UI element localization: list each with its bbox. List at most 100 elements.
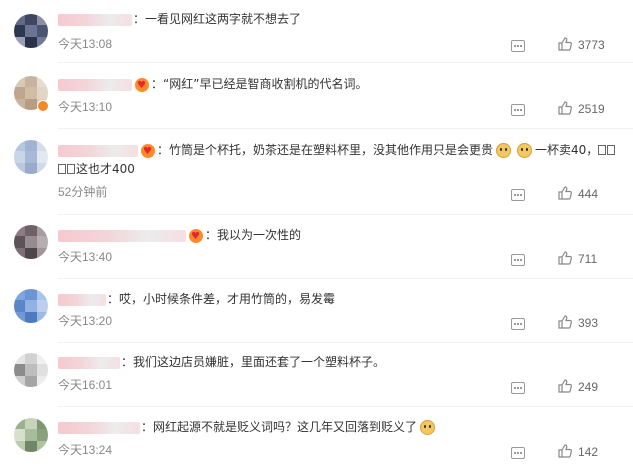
divider: [58, 62, 633, 63]
divider: [58, 128, 633, 129]
comment-time: 今天16:01: [58, 378, 113, 392]
comment-icon[interactable]: [511, 189, 525, 201]
avatar[interactable]: [14, 289, 48, 323]
like-count: 142: [578, 445, 599, 459]
avatar-mosaic-tile: [14, 353, 25, 364]
thumbs-up-icon: [558, 444, 572, 458]
avatar-mosaic-tile: [14, 300, 25, 312]
avatar-mosaic-tile: [25, 87, 37, 99]
comment-content: ：我以为一次性的: [58, 226, 623, 246]
avatar-mosaic-tile: [25, 14, 37, 25]
avatar-mosaic-tile: [37, 312, 48, 323]
thumbs-up-icon: [558, 37, 572, 51]
like-count: 444: [578, 187, 599, 201]
avatar-mosaic-tile: [37, 225, 48, 236]
avatar-mosaic-tile: [25, 248, 37, 259]
avatar-mosaic-tile: [37, 248, 48, 259]
avatar-mosaic-tile: [37, 300, 48, 312]
avatar-mosaic-tile: [14, 312, 25, 323]
avatar-mosaic-tile: [25, 289, 37, 300]
like-button[interactable]: 142: [558, 444, 598, 460]
avatar-mosaic-tile: [14, 236, 25, 248]
divider: [58, 214, 633, 215]
avatar-mosaic-tile: [25, 441, 37, 452]
username-blurred[interactable]: [58, 421, 140, 434]
avatar-mosaic-tile: [25, 76, 37, 87]
comment-icon[interactable]: [511, 40, 525, 52]
avatar-mosaic-tile: [14, 37, 25, 48]
comment-text: 网红起源不就是贬义词吗？这几年又回落到贬义了: [153, 420, 418, 434]
comment-icon[interactable]: [511, 447, 525, 459]
like-count: 711: [578, 252, 598, 266]
comment-content: ：网红起源不就是贬义词吗？这几年又回落到贬义了: [58, 418, 623, 436]
avatar-mosaic-tile: [25, 364, 37, 376]
comment-icon[interactable]: [511, 254, 525, 266]
avatar-mosaic-tile: [25, 312, 37, 323]
avatar[interactable]: [14, 418, 48, 452]
avatar-mosaic-tile: [14, 376, 25, 387]
comment-text: 我以为一次性的: [217, 228, 302, 242]
like-button[interactable]: 3773: [558, 37, 605, 53]
avatar-mosaic-tile: [37, 76, 48, 87]
avatar-mosaic-tile: [37, 418, 48, 429]
fans-badge-icon: [141, 143, 155, 161]
username-blurred[interactable]: [58, 144, 138, 157]
avatar-mosaic-tile: [14, 14, 25, 25]
avatar-mosaic-tile: [37, 353, 48, 364]
avatar-mosaic-tile: [37, 429, 48, 441]
avatar-mosaic-tile: [37, 236, 48, 248]
username-blurred[interactable]: [58, 229, 186, 242]
comment-content: ：竹筒是个杯托，奶茶还是在塑料杯里，没其他作用只是会更贵一杯卖40，: [58, 141, 623, 161]
avatar-mosaic-tile: [37, 151, 48, 163]
like-button[interactable]: 444: [558, 186, 598, 202]
avatar-mosaic-tile: [25, 151, 37, 163]
avatar-mosaic-tile: [25, 429, 37, 441]
username-blurred[interactable]: [58, 78, 132, 91]
comment-text-line2: 这也才400: [76, 162, 135, 176]
avatar-mosaic-tile: [37, 289, 48, 300]
comment-time: 今天13:08: [58, 37, 113, 51]
fans-badge-icon: [135, 77, 149, 95]
comment-text: 哎，小时候条件差，才用竹筒的，易发霉: [119, 292, 336, 306]
thumbs-up-icon: [558, 251, 572, 265]
avatar-mosaic-tile: [14, 99, 25, 110]
avatar[interactable]: [14, 353, 48, 387]
avatar-mosaic-tile: [25, 418, 37, 429]
thumbs-up-icon: [558, 186, 572, 200]
like-count: 2519: [578, 102, 605, 116]
doge-emoji-icon: [420, 420, 436, 435]
avatar-mosaic-tile: [14, 225, 25, 236]
comment-icon[interactable]: [511, 104, 525, 116]
divider: [58, 406, 633, 407]
username-blurred[interactable]: [58, 293, 106, 306]
username-blurred[interactable]: [58, 13, 132, 26]
avatar-mosaic-tile: [37, 37, 48, 48]
doge-emoji-icon: [496, 143, 512, 158]
avatar-mosaic-tile: [37, 441, 48, 452]
avatar-mosaic-tile: [14, 364, 25, 376]
like-button[interactable]: 711: [558, 251, 597, 267]
comment-text: 我们这边店员嫌脏，里面还套了一个塑料杯子。: [133, 355, 386, 369]
comment-icon[interactable]: [511, 382, 525, 394]
avatar-mosaic-tile: [37, 87, 48, 99]
like-button[interactable]: 2519: [558, 101, 605, 117]
comment-icon[interactable]: [511, 318, 525, 330]
thumbs-up-icon: [558, 315, 572, 329]
comment-time: 52分钟前: [58, 185, 108, 199]
fans-badge-icon: [189, 228, 203, 246]
username-blurred[interactable]: [58, 356, 120, 369]
thumbs-up-icon: [558, 101, 572, 115]
verified-badge-icon: [37, 100, 49, 112]
avatar[interactable]: [14, 225, 48, 259]
like-button[interactable]: 393: [558, 315, 598, 331]
avatar-mosaic-tile: [14, 441, 25, 452]
avatar[interactable]: [14, 140, 48, 174]
avatar-mosaic-tile: [25, 163, 37, 174]
avatar-mosaic-tile: [37, 364, 48, 376]
avatar[interactable]: [14, 14, 48, 48]
comment-time: 今天13:10: [58, 100, 113, 114]
avatar-mosaic-tile: [25, 37, 37, 48]
like-button[interactable]: 249: [558, 379, 598, 395]
comment-content: ：哎，小时候条件差，才用竹筒的，易发霉: [58, 290, 623, 308]
avatar-mosaic-tile: [14, 25, 25, 37]
